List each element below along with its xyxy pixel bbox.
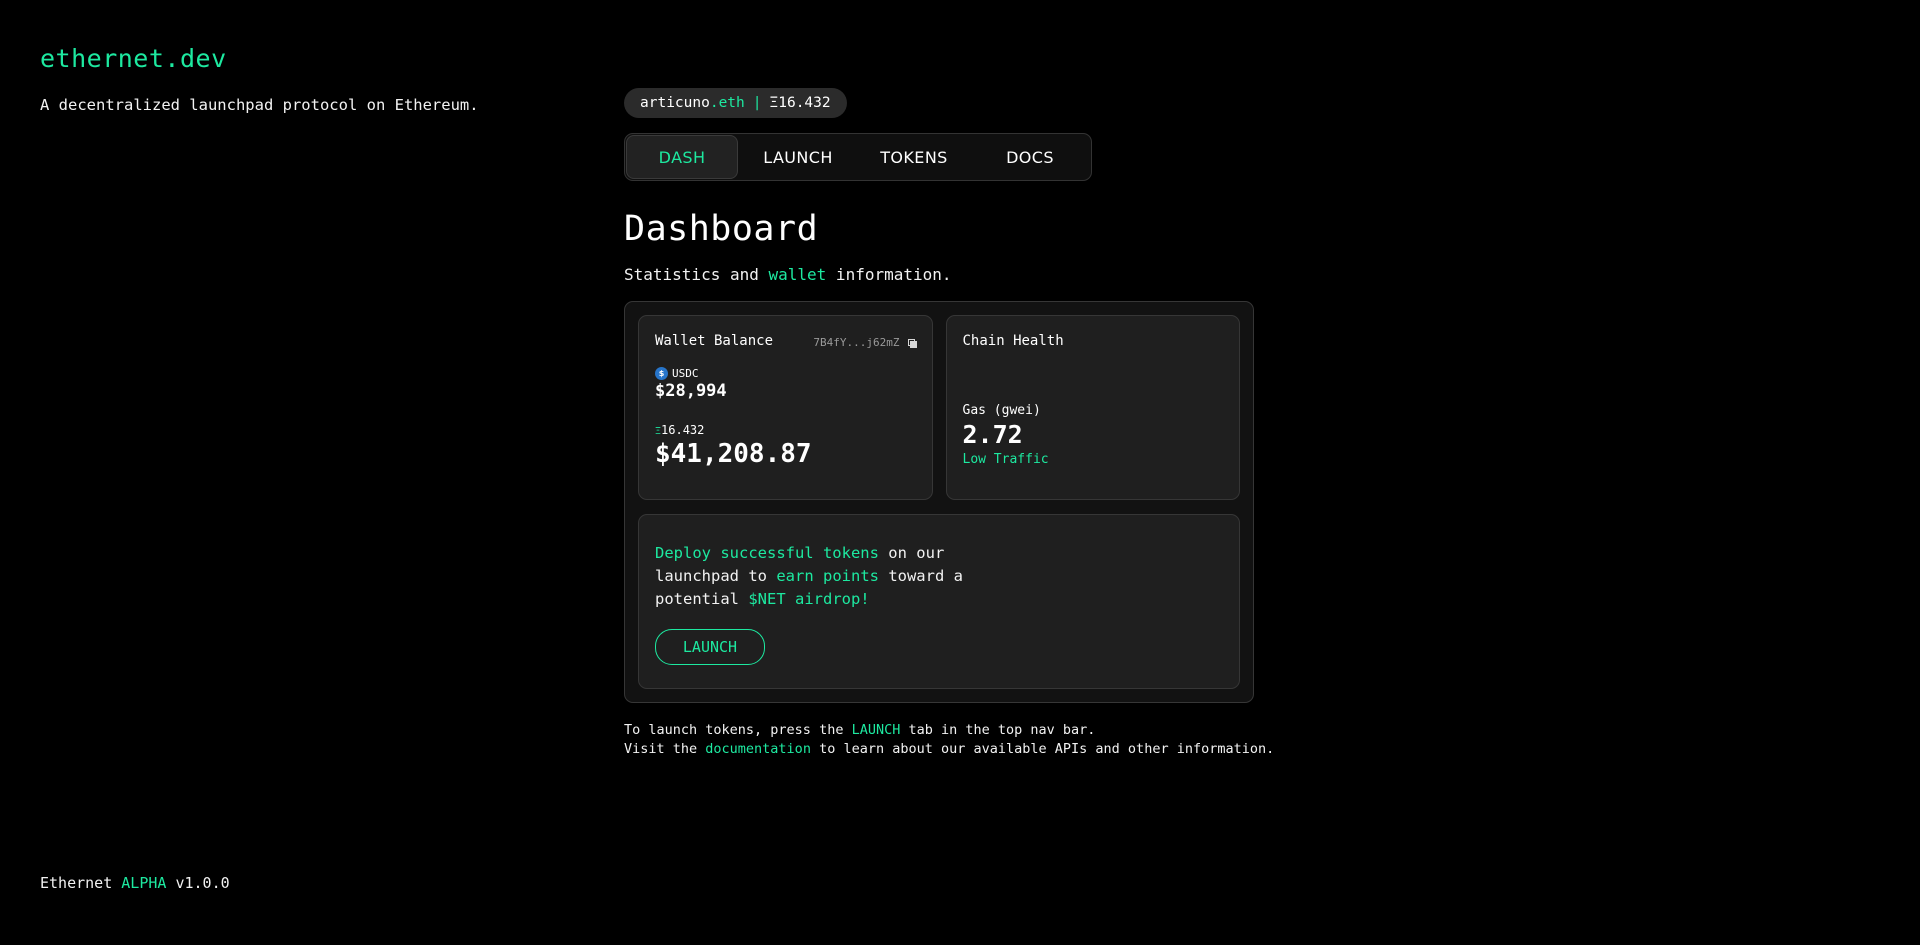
usdc-balance: $28,994 xyxy=(655,381,727,401)
brand-tagline: A decentralized launchpad protocol on Et… xyxy=(40,96,479,114)
promo-highlight-airdrop: $NET airdrop! xyxy=(748,590,870,608)
wallet-pill-balance: Ξ16.432 xyxy=(769,95,831,111)
dashboard-panel: Wallet Balance 7B4fY...j62mZ $ USDC $28,… xyxy=(624,301,1254,703)
help-text: To launch tokens, press the LAUNCH tab i… xyxy=(624,721,1274,759)
wallet-balance-card: Wallet Balance 7B4fY...j62mZ $ USDC $28,… xyxy=(638,315,933,500)
tab-tokens[interactable]: TOKENS xyxy=(858,135,970,179)
wallet-pill[interactable]: articuno .eth | Ξ16.432 xyxy=(624,88,847,118)
brand-logo[interactable]: ethernet.dev xyxy=(40,44,227,73)
chain-health-card: Chain Health Gas (gwei) 2.72 Low Traffic xyxy=(945,315,1240,500)
launch-button[interactable]: LAUNCH xyxy=(655,629,765,665)
wallet-address-text: 7B4fY...j62mZ xyxy=(813,336,900,349)
wallet-separator: | xyxy=(752,95,762,111)
wallet-address[interactable]: 7B4fY...j62mZ xyxy=(813,336,917,349)
stats-row: Wallet Balance 7B4fY...j62mZ $ USDC $28,… xyxy=(638,315,1240,500)
help-launch-highlight: LAUNCH xyxy=(851,722,901,738)
eth-amount-row: Ξ16.432 xyxy=(655,423,916,437)
footer-name: Ethernet xyxy=(40,874,113,892)
subtitle-pre: Statistics and xyxy=(624,265,769,284)
promo-highlight-deploy: Deploy successful tokens xyxy=(655,544,879,562)
eth-amount: 16.432 xyxy=(661,423,705,437)
tab-docs[interactable]: DOCS xyxy=(974,135,1086,179)
subtitle-post: information. xyxy=(826,265,952,284)
usdc-icon: $ xyxy=(655,367,668,380)
page-subtitle: Statistics and wallet information. xyxy=(624,265,1256,284)
tab-dash[interactable]: DASH xyxy=(626,135,739,179)
gas-label: Gas (gwei) xyxy=(962,403,1041,418)
help-line-2-pre: Visit the xyxy=(624,741,706,757)
eth-usd-value: $41,208.87 xyxy=(655,439,812,469)
footer-version: Ethernet ALPHA v1.0.0 xyxy=(40,874,230,892)
usdc-label: USDC xyxy=(672,367,699,380)
airdrop-promo-card: Deploy successful tokens on our launchpa… xyxy=(638,514,1240,689)
traffic-status: Low Traffic xyxy=(962,452,1049,467)
help-line-2-post: to learn about our available APIs and ot… xyxy=(810,741,1275,757)
usdc-label-row: $ USDC xyxy=(655,367,916,380)
help-line-2: Visit the documentation to learn about o… xyxy=(624,740,1274,759)
chain-health-title: Chain Health xyxy=(962,333,1064,349)
top-nav: DASH LAUNCH TOKENS DOCS xyxy=(624,133,1092,181)
footer-version-number: v1.0.0 xyxy=(175,874,230,892)
main-content: articuno .eth | Ξ16.432 DASH LAUNCH TOKENS … xyxy=(624,88,1274,759)
documentation-link[interactable]: documentation xyxy=(705,741,811,757)
page-title: Dashboard xyxy=(624,209,819,249)
tab-launch[interactable]: LAUNCH xyxy=(742,135,854,179)
footer-stage: ALPHA xyxy=(121,874,167,892)
promo-text: Deploy successful tokens on our launchpa… xyxy=(655,542,975,611)
help-line-1-post: tab in the top nav bar. xyxy=(900,722,1096,738)
help-line-1: To launch tokens, press the LAUNCH tab i… xyxy=(624,721,1256,740)
wallet-ens-suffix: .eth xyxy=(709,95,745,111)
copy-icon[interactable] xyxy=(907,338,917,348)
subtitle-wallet-highlight: wallet xyxy=(768,265,827,284)
help-line-1-pre: To launch tokens, press the xyxy=(624,722,852,738)
promo-highlight-points: earn points xyxy=(776,567,879,585)
wallet-ens-name: articuno xyxy=(640,95,710,111)
gas-value: 2.72 xyxy=(962,420,1023,449)
